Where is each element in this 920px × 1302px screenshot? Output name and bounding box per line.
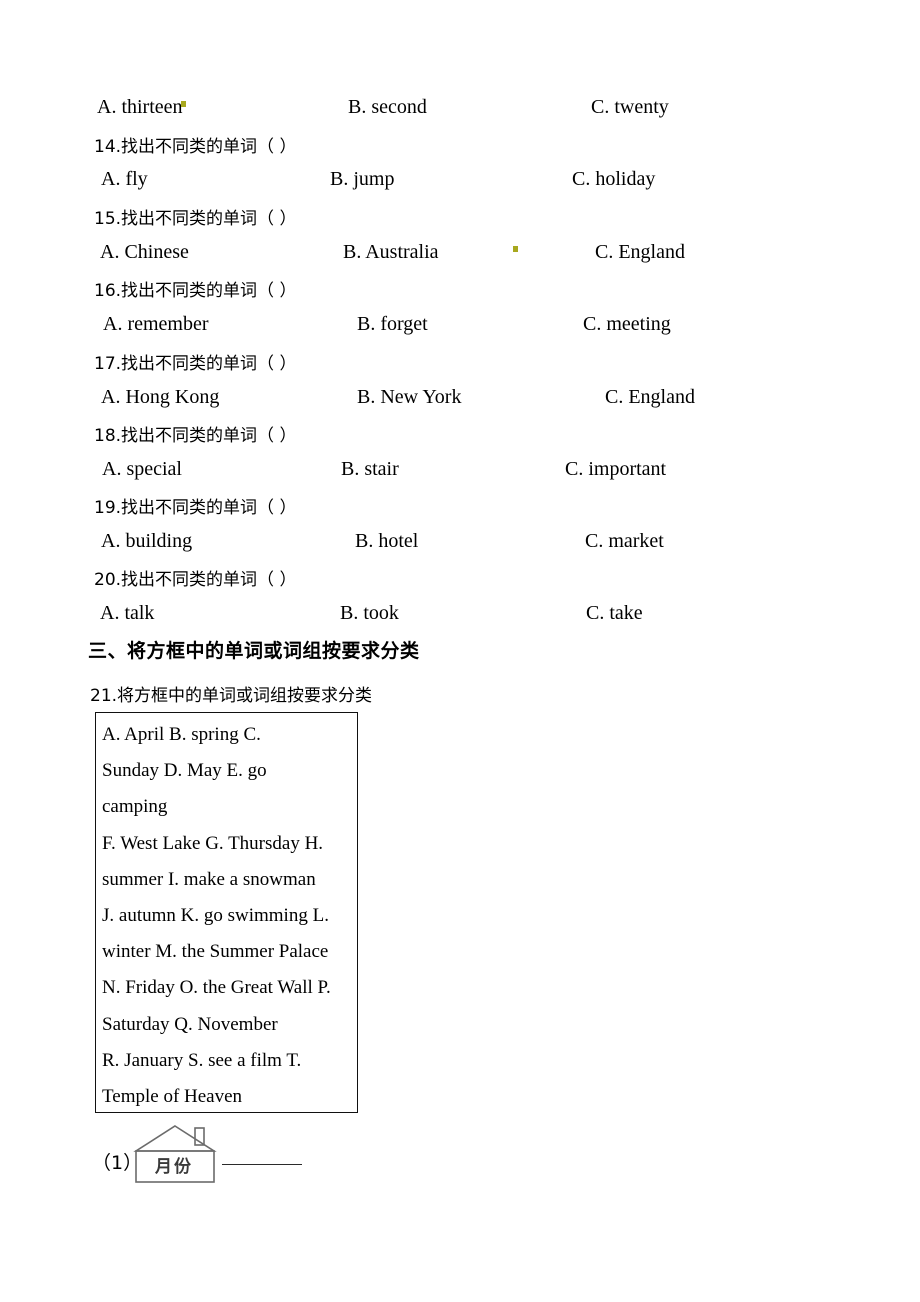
option-row: A. fly B. jump C. holiday (0, 164, 920, 194)
section-heading: 三、将方框中的单词或词组按要求分类 (88, 640, 420, 662)
option-b: B. Australia (343, 241, 439, 263)
question-prompt-18: 18.找出不同类的单词（ ） (94, 422, 296, 450)
word-bank-line: F. West Lake G. Thursday H. (102, 832, 324, 854)
question-prompt-15: 15.找出不同类的单词（ ） (94, 205, 296, 233)
word-bank-line: Saturday Q. November (102, 1013, 278, 1035)
option-row: A. building B. hotel C. market (0, 526, 920, 556)
option-a: A. thirteen (97, 96, 183, 118)
word-bank-content: A. April B. spring C. Sunday D. May E. g… (102, 717, 354, 1115)
option-b: B. hotel (355, 530, 419, 552)
option-b: B. forget (357, 313, 428, 335)
option-b: B. New York (357, 386, 462, 408)
house-label: 月份 (155, 1157, 193, 1177)
word-bank-line: A. April B. spring C. (102, 724, 261, 745)
option-row: A. thirteen B. second C. twenty (0, 92, 920, 122)
word-bank-box: A. April B. spring C. Sunday D. May E. g… (95, 712, 358, 1113)
option-b: B. stair (341, 458, 399, 480)
option-a: A. fly (101, 168, 148, 190)
option-b: B. second (348, 96, 427, 118)
scan-artifact-dot (513, 246, 518, 252)
word-bank-line: summer I. make a snowman (102, 868, 316, 890)
word-bank-line: winter M. the Summer Palace (102, 941, 329, 963)
option-a: A. building (101, 530, 193, 552)
option-row: A. remember B. forget C. meeting (0, 309, 920, 339)
scan-artifact-dot (181, 101, 186, 107)
answer-blank-line[interactable] (222, 1164, 302, 1165)
question-prompt-text: 14.找出不同类的单词（ ） (94, 137, 297, 157)
question-prompt-text: 20.找出不同类的单词（ ） (94, 570, 297, 590)
option-c: C. twenty (591, 96, 669, 118)
document-page: A. thirteen B. second C. twenty 14.找出不同类… (0, 0, 920, 1302)
option-a: A. talk (100, 602, 155, 624)
option-b: B. jump (330, 168, 395, 190)
option-row: A. Hong Kong B. New York C. England (0, 382, 920, 412)
word-bank-line: N. Friday O. the Great Wall P. (102, 977, 331, 999)
option-c: C. meeting (583, 313, 671, 335)
option-c: C. England (605, 386, 695, 408)
question-prompt-14: 14.找出不同类的单词（ ） (94, 133, 296, 161)
option-c: C. take (586, 602, 643, 624)
question-prompt-text: 17.找出不同类的单词（ ） (94, 354, 297, 374)
option-c: C. holiday (572, 168, 656, 190)
option-row: A. talk B. took C. take (0, 598, 920, 628)
question-prompt-17: 17.找出不同类的单词（ ） (94, 350, 296, 378)
question-prompt-text: 19.找出不同类的单词（ ） (94, 498, 297, 518)
option-a: A. remember (103, 313, 209, 335)
question-prompt-text: 16.找出不同类的单词（ ） (94, 281, 297, 301)
question-prompt-21: 21.将方框中的单词或词组按要求分类 (90, 681, 372, 707)
option-a: A. Chinese (100, 241, 189, 263)
option-row: A. Chinese B. Australia C. England (0, 237, 920, 267)
word-bank-line: Sunday D. May E. go (102, 760, 267, 782)
question-prompt-20: 20.找出不同类的单词（ ） (94, 566, 296, 594)
word-bank-line: R. January S. see a film T. (102, 1049, 302, 1071)
option-c: C. market (585, 530, 664, 552)
question-prompt-text: 15.找出不同类的单词（ ） (94, 209, 297, 229)
option-row: A. special B. stair C. important (0, 454, 920, 484)
word-bank-line: J. autumn K. go swimming L. (102, 904, 329, 926)
option-c: C. important (565, 458, 667, 480)
option-a: A. special (102, 458, 182, 480)
question-prompt-text: 18.找出不同类的单词（ ） (94, 426, 297, 446)
option-b: B. took (340, 602, 399, 624)
option-c: C. England (595, 241, 685, 263)
house-icon: 月份 (133, 1122, 223, 1187)
word-bank-line: Temple of Heaven (102, 1085, 243, 1107)
option-a: A. Hong Kong (101, 386, 220, 408)
word-bank-line: camping (102, 796, 168, 818)
question-prompt-19: 19.找出不同类的单词（ ） (94, 494, 296, 522)
question-prompt-16: 16.找出不同类的单词（ ） (94, 277, 296, 305)
question-prompt-text: 21.将方框中的单词或词组按要求分类 (90, 686, 373, 706)
